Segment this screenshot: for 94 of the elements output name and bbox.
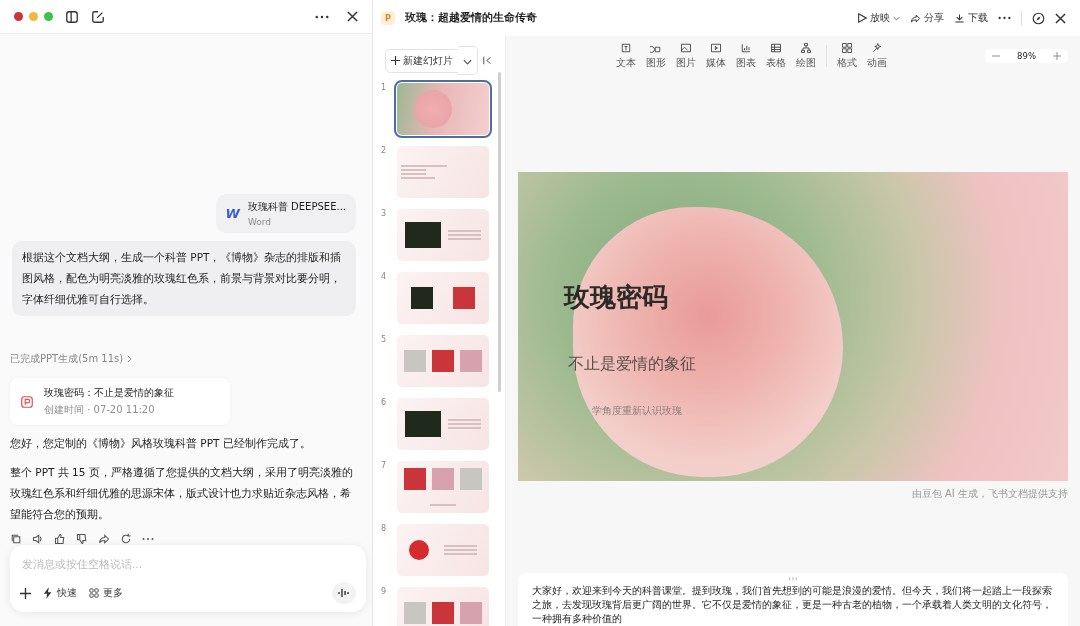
more-icon[interactable]	[998, 16, 1011, 20]
plus-icon	[1053, 52, 1061, 60]
diagram-icon	[800, 42, 812, 54]
slide-number: 4	[381, 272, 388, 283]
compass-icon[interactable]	[1032, 11, 1045, 25]
more-icon[interactable]	[315, 14, 329, 19]
play-icon	[857, 13, 867, 23]
assistant-message: 您好，您定制的《博物》风格玫瑰科普 PPT 已经制作完成了。	[10, 436, 312, 451]
zoom-dot-icon[interactable]	[44, 12, 53, 21]
download-icon	[954, 12, 965, 24]
document-title: 玫瑰：超越爱情的生命传奇	[405, 11, 537, 25]
shape-tool-button[interactable]: 图形	[646, 42, 666, 70]
message-input-field[interactable]: 发消息或按住空格说话... 快速 更多	[10, 545, 366, 612]
lightning-icon	[43, 587, 53, 599]
close-dot-icon[interactable]	[14, 12, 23, 21]
slide-thumbnail[interactable]	[397, 146, 489, 198]
word-file-icon: W	[225, 206, 240, 221]
download-button[interactable]: 下载	[954, 11, 988, 25]
close-icon[interactable]	[1055, 12, 1066, 24]
slide-number: 1	[381, 83, 388, 94]
slide-thumbnail[interactable]	[397, 272, 489, 324]
collapse-panel-icon[interactable]	[483, 56, 492, 65]
slide-number: 5	[381, 335, 388, 346]
format-tool-button[interactable]: 格式	[837, 42, 857, 70]
grid-icon	[89, 588, 99, 598]
format-icon	[841, 42, 853, 54]
quick-mode-button[interactable]: 快速	[43, 586, 77, 600]
plus-icon[interactable]	[20, 587, 31, 599]
user-message: 根据这个文档大纲，生成一个科普 PPT，《博物》杂志的排版和插图风格，配色为明亮淡雅的玫瑰红色系，前景与背景对比要分明，字体纤细优雅可自行选择。	[12, 241, 356, 316]
chart-icon	[740, 42, 752, 54]
slide-thumbnail[interactable]	[397, 398, 489, 450]
slide-number: 9	[381, 587, 388, 598]
presentation-file-icon	[20, 394, 34, 409]
slide-title: 玫瑰密码	[564, 281, 668, 314]
more-tools-button[interactable]: 更多	[89, 586, 123, 600]
share-icon[interactable]	[98, 533, 110, 545]
image-icon	[680, 42, 692, 54]
slide-thumbnail[interactable]	[397, 524, 489, 576]
slide-thumbnail[interactable]	[397, 335, 489, 387]
slide-thumbnail[interactable]	[397, 461, 489, 513]
new-slide-button[interactable]: 新建幻灯片	[385, 48, 459, 73]
media-icon	[710, 42, 722, 54]
table-tool-button[interactable]: 表格	[766, 42, 786, 70]
image-tool-button[interactable]: 图片	[676, 42, 696, 70]
ai-credit-note: 由豆包 AI 生成，飞书文档提供支持	[911, 487, 1068, 501]
generation-status-link[interactable]: 已完成PPT生成(5m 11s)	[10, 352, 362, 366]
slide-thumbnail[interactable]	[397, 209, 489, 261]
minus-icon	[992, 52, 1001, 60]
zoom-level: 89%	[1016, 51, 1037, 61]
caret-icon	[463, 59, 472, 65]
new-slide-dropdown[interactable]	[458, 46, 478, 75]
slide-number: 3	[381, 209, 388, 220]
chart-tool-button[interactable]: 图表	[736, 42, 756, 70]
diagram-tool-button[interactable]: 绘图	[796, 42, 816, 70]
sidebar-icon[interactable]	[65, 9, 79, 24]
copy-icon[interactable]	[10, 533, 22, 545]
chevron-right-icon	[127, 355, 133, 363]
file-type: Word	[247, 217, 273, 227]
more-icon[interactable]	[142, 537, 154, 541]
drag-handle-icon[interactable]	[789, 577, 797, 581]
speaker-icon[interactable]	[32, 533, 44, 545]
text-tool-button[interactable]: 文本	[616, 42, 636, 70]
presentation-meta: 创建时间 · 07-20 11:20	[44, 403, 156, 417]
thumbs-up-icon[interactable]	[54, 533, 66, 545]
speaker-notes-text: 大家好，欢迎来到今天的科普课堂。提到玫瑰，我们首先想到的可能是浪漫的爱情。但今天，我们将一起踏上一段探索之旅，去发现玫瑰背后更广阔的世界。它不仅是爱情的象征，更是一种古老的植物，一个承载着人类文明的文化符号，一种拥有多种价值的	[532, 584, 1053, 626]
file-name: 玫瑰科普 DEEPSEE...	[247, 200, 346, 214]
media-tool-button[interactable]: 媒体	[706, 42, 726, 70]
slide-number: 6	[381, 398, 388, 409]
slide-subtitle: 不止是爱情的象征	[568, 354, 696, 375]
slide-thumbnail[interactable]	[397, 587, 489, 626]
thumbs-down-icon[interactable]	[76, 533, 88, 545]
share-icon	[910, 12, 921, 24]
text-icon	[620, 42, 632, 54]
slide-number: 7	[381, 461, 388, 472]
table-icon	[770, 42, 782, 54]
slide-tagline: 学角度重新认识玫瑰	[592, 404, 682, 418]
animation-icon	[871, 42, 883, 54]
presentation-card[interactable]: 玫瑰密码：不止是爱情的象征 创建时间 · 07-20 11:20	[10, 378, 230, 425]
plus-icon	[391, 56, 400, 65]
minimize-dot-icon[interactable]	[29, 12, 38, 21]
slide-thumbnail[interactable]	[397, 83, 489, 135]
presentation-title: 玫瑰密码：不止是爱情的象征	[44, 386, 174, 400]
assistant-message: 整个 PPT 共 15 页，严格遵循了您提供的文档大纲，采用了明亮淡雅的玫瑰红色系和纤细优雅的思源宋体，版式设计也力求贴近杂志风格，希望能符合您的预期。	[10, 465, 354, 522]
voice-wave-icon[interactable]	[332, 582, 356, 604]
close-icon[interactable]	[347, 11, 358, 22]
slide-number: 2	[381, 146, 388, 157]
presentation-badge: P	[381, 11, 395, 25]
refresh-icon[interactable]	[120, 533, 132, 545]
share-button[interactable]: 分享	[910, 11, 944, 25]
caret-icon	[893, 15, 900, 21]
play-button[interactable]: 放映	[857, 11, 900, 25]
slide-number: 8	[381, 524, 388, 535]
animation-tool-button[interactable]: 动画	[867, 42, 887, 70]
edit-icon[interactable]	[91, 9, 105, 24]
